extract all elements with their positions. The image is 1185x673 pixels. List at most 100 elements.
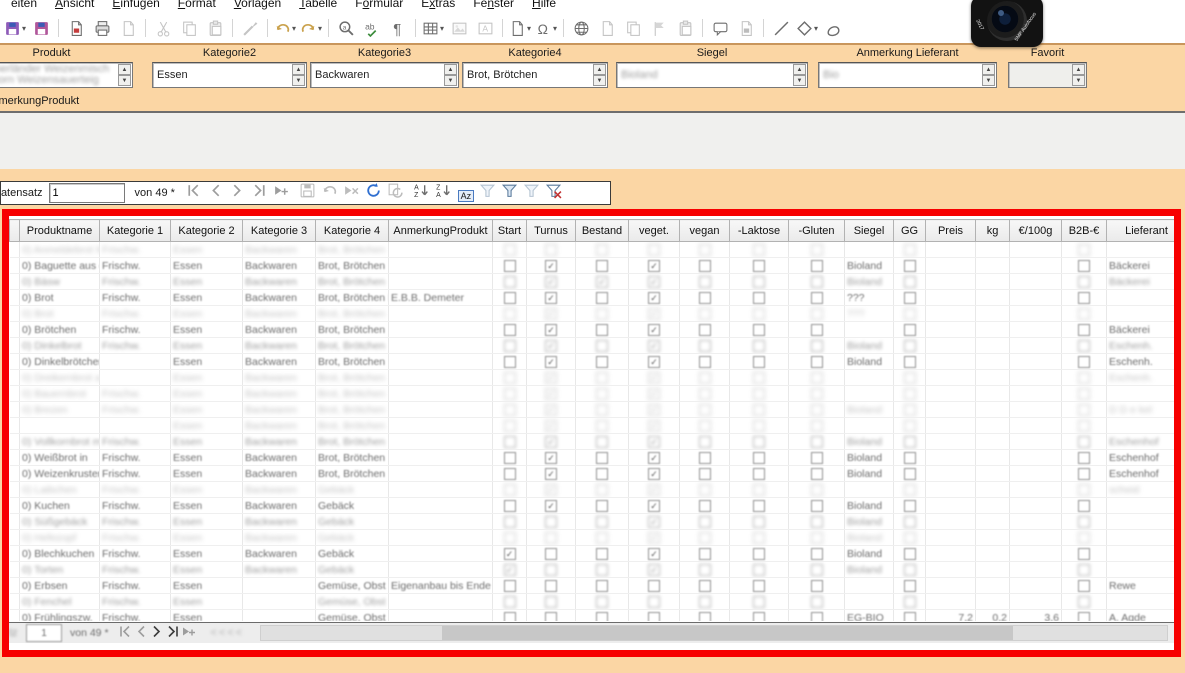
spin-up-icon[interactable]: ▲ <box>1072 64 1085 75</box>
cell-e100[interactable] <box>1009 337 1062 354</box>
b2b-checkbox[interactable] <box>1078 339 1090 352</box>
cell-vg[interactable] <box>628 481 680 498</box>
cell-name[interactable]: 0) Dinkelbrötchen ( Frischw. <box>19 353 100 370</box>
cell-k3[interactable]: Backwaren <box>242 513 316 530</box>
cell-k4[interactable]: Brot, Brötchen <box>315 241 389 258</box>
cell-e100[interactable] <box>1009 561 1062 578</box>
vn-checkbox[interactable] <box>698 451 711 464</box>
cell-kg[interactable] <box>975 481 1010 498</box>
cell-kg[interactable] <box>975 513 1010 530</box>
cell-vn[interactable] <box>679 433 730 450</box>
cell-k4[interactable]: Gebäck <box>315 497 389 514</box>
cell-preis[interactable] <box>925 257 976 274</box>
column-header-be[interactable]: Bestand <box>575 219 629 242</box>
be-checkbox[interactable] <box>596 595 608 608</box>
gg-checkbox[interactable] <box>903 467 916 480</box>
cell-anm[interactable] <box>388 417 493 434</box>
cell-gg[interactable] <box>893 337 926 354</box>
cell-gl[interactable] <box>788 593 845 610</box>
cell-b2b[interactable] <box>1061 577 1107 594</box>
gg-checkbox[interactable] <box>903 371 916 384</box>
cell-la[interactable] <box>729 545 789 562</box>
tu-checkbox[interactable] <box>545 307 557 320</box>
cell-vn[interactable] <box>679 289 730 306</box>
cell-k4[interactable]: Gemüse, Obst <box>315 609 389 621</box>
cell-vg[interactable] <box>628 369 680 386</box>
la-checkbox[interactable] <box>753 387 765 400</box>
column-header-st[interactable]: Start <box>492 219 527 242</box>
new-record-icon[interactable] <box>271 182 293 200</box>
cell-la[interactable] <box>729 289 789 306</box>
cell-k2[interactable]: Essen <box>170 465 243 482</box>
spelling-icon[interactable]: ab <box>360 16 384 40</box>
tu-checkbox[interactable] <box>545 387 557 400</box>
cell-st[interactable] <box>492 561 527 578</box>
cell-anm[interactable] <box>388 481 493 498</box>
cell-kg[interactable] <box>975 561 1010 578</box>
column-header-la[interactable]: -Laktose <box>729 219 789 242</box>
cell-vn[interactable] <box>679 257 730 274</box>
cell-siegel[interactable]: Bioland <box>844 545 894 562</box>
cell-name[interactable]: 0) Brot <box>19 289 100 306</box>
vg-checkbox[interactable] <box>648 483 660 496</box>
cell-preis[interactable] <box>925 273 976 290</box>
cell-preis[interactable] <box>925 417 976 434</box>
be-checkbox[interactable] <box>596 499 608 512</box>
cell-siegel[interactable] <box>844 369 894 386</box>
cell-kg[interactable] <box>975 305 1010 322</box>
st-checkbox[interactable] <box>503 451 516 464</box>
anmerkung-lieferant-combo-input[interactable]: Bio ▲ ▼ <box>818 62 997 88</box>
cell-be[interactable] <box>575 593 629 610</box>
next-record-icon[interactable] <box>227 182 249 200</box>
cell-k1[interactable]: Frischw. <box>99 593 171 610</box>
cell-st[interactable] <box>492 369 527 386</box>
cell-k4[interactable]: Gebäck <box>315 529 389 546</box>
cell-e100[interactable] <box>1009 321 1062 338</box>
cell-lief[interactable] <box>1106 385 1174 402</box>
cell-k2[interactable]: Essen <box>170 385 243 402</box>
cell-be[interactable] <box>575 289 629 306</box>
vn-checkbox[interactable] <box>698 611 711 621</box>
cell-k1[interactable]: Frischw. <box>99 609 171 621</box>
cell-k4[interactable]: Brot, Brötchen <box>315 417 389 434</box>
cell-vn[interactable] <box>679 337 730 354</box>
cell-gg[interactable] <box>893 433 926 450</box>
favorit-combo-input[interactable]: ▲ ▼ <box>1008 62 1087 88</box>
cell-tu[interactable] <box>526 321 576 338</box>
row-header-corner[interactable] <box>9 219 20 242</box>
column-header-kg[interactable]: kg <box>975 219 1010 242</box>
cell-k3[interactable] <box>242 593 316 610</box>
cell-lief[interactable]: Eschenhof <box>1106 449 1174 466</box>
cell-kg[interactable] <box>975 417 1010 434</box>
cell-vn[interactable] <box>679 321 730 338</box>
b2b-checkbox[interactable] <box>1078 531 1090 544</box>
tu-checkbox[interactable] <box>545 259 557 272</box>
cell-name[interactable]: 0) Bäsw <box>19 273 100 290</box>
gl-checkbox[interactable] <box>810 499 823 512</box>
cell-k1[interactable] <box>99 353 171 370</box>
cell-gg[interactable] <box>893 289 926 306</box>
cell-lief[interactable]: D D e kel <box>1106 401 1174 418</box>
b2b-checkbox[interactable] <box>1078 499 1090 512</box>
b2b-checkbox[interactable] <box>1078 467 1090 480</box>
cell-gg[interactable] <box>893 321 926 338</box>
cell-be[interactable] <box>575 465 629 482</box>
cell-be[interactable] <box>575 353 629 370</box>
tu-checkbox[interactable] <box>545 499 557 512</box>
cell-k3[interactable]: Backwaren <box>242 465 316 482</box>
tu-checkbox[interactable] <box>545 467 557 480</box>
spin-down-icon[interactable]: ▼ <box>982 75 995 86</box>
cell-k4[interactable]: Brot, Brötchen <box>315 369 389 386</box>
cell-k2[interactable]: Essen <box>170 353 243 370</box>
cell-k2[interactable]: Essen <box>170 529 243 546</box>
cell-vn[interactable] <box>679 241 730 258</box>
b2b-checkbox[interactable] <box>1078 403 1090 416</box>
cell-b2b[interactable] <box>1061 593 1107 610</box>
column-header-preis[interactable]: Preis <box>925 219 976 242</box>
scrollbar-thumb[interactable] <box>442 626 1013 640</box>
cell-k1[interactable]: Frischw. <box>99 289 171 306</box>
b2b-checkbox[interactable] <box>1078 579 1090 592</box>
cell-anm[interactable] <box>388 369 493 386</box>
cell-e100[interactable] <box>1009 577 1062 594</box>
cell-gl[interactable] <box>788 577 845 594</box>
